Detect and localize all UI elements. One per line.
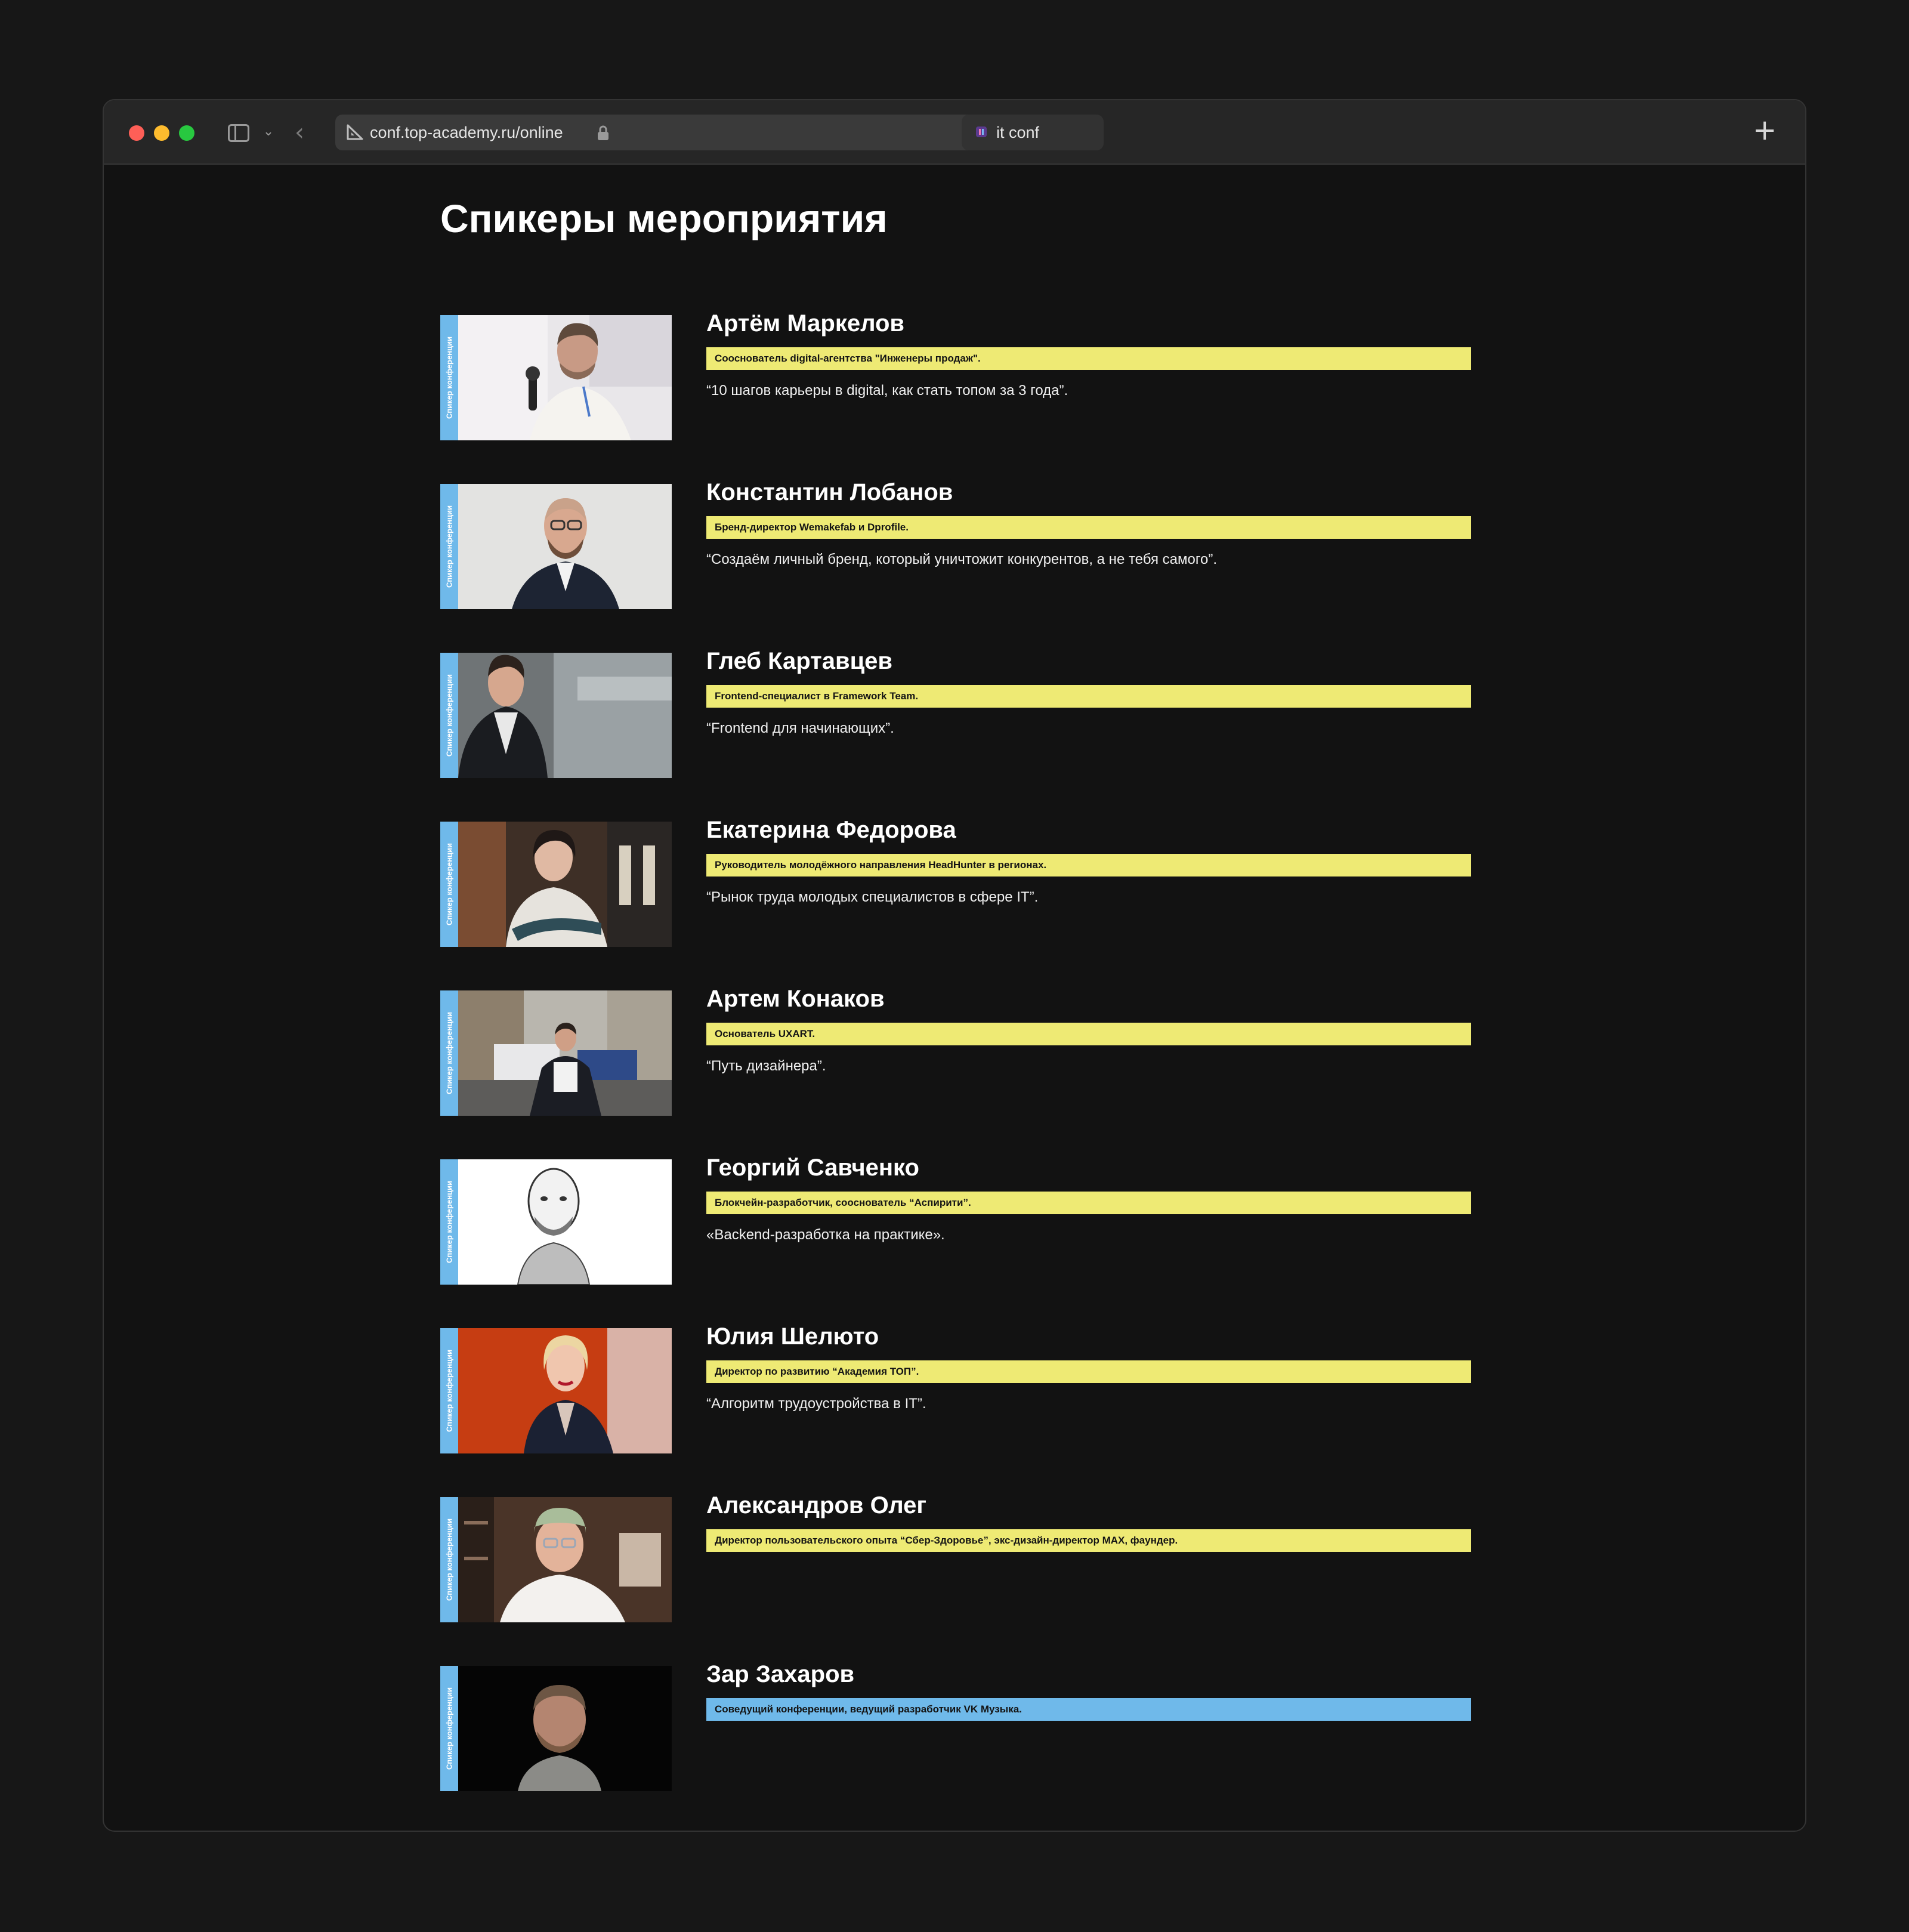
speaker-role: Блокчейн-разработчик, сооснователь “Аспи… [706, 1192, 1471, 1214]
speaker-role: Директор по развитию “Академия ТОП”. [706, 1360, 1471, 1383]
speaker-talk: «Backend-разработка на практике». [706, 1227, 945, 1243]
speaker-portrait-image [458, 822, 672, 947]
speaker-portrait-image [458, 990, 672, 1116]
tab-favicon-icon [976, 126, 987, 137]
speaker-role: Бренд-директор Wemakefab и Dprofile. [706, 516, 1471, 539]
speaker-badge: Спикер конференции [440, 990, 458, 1116]
speaker-role: Соведущий конференции, ведущий разработч… [706, 1698, 1471, 1721]
speaker-photo: Спикер конференции [440, 484, 672, 609]
speaker-photo: Спикер конференции [440, 822, 672, 947]
speaker-photo: Спикер конференции [440, 653, 672, 778]
speaker-badge-label: Спикер конференции [444, 1180, 454, 1264]
speaker-badge-label: Спикер конференции [444, 336, 454, 419]
speaker-badge-label: Спикер конференции [444, 1518, 454, 1601]
tab-label: it conf [996, 124, 1040, 141]
speaker-name: Глеб Картавцев [706, 648, 893, 674]
back-arrow-icon[interactable]: ‹ [295, 121, 313, 144]
speaker-photo: Спикер конференции [440, 1159, 672, 1285]
speaker-role: Руководитель молодёжного направления Hea… [706, 854, 1471, 877]
speaker-badge-label: Спикер конференции [444, 1349, 454, 1433]
speaker-portrait-image [458, 653, 672, 778]
speaker-talk: “Путь дизайнера”. [706, 1058, 826, 1074]
speaker-portrait-image [458, 315, 672, 440]
sidebar-toggle-icon[interactable] [228, 124, 249, 142]
speaker-photo: Спикер конференции [440, 1666, 672, 1791]
speaker-card: Спикер конференции Александров Олег Дире… [440, 1492, 1478, 1622]
speaker-badge-label: Спикер конференции [444, 674, 454, 757]
speaker-name: Константин Лобанов [706, 479, 953, 505]
speaker-name: Артем Конаков [706, 986, 885, 1012]
ruler-triangle-icon [347, 124, 363, 140]
browser-toolbar: ⌄ ‹ conf.top-academy.ru/online it conf + [104, 100, 1805, 165]
speaker-portrait-image [458, 1159, 672, 1285]
speaker-portrait-image [458, 484, 672, 609]
tab-it-conf[interactable]: it conf [962, 115, 1104, 150]
speaker-badge: Спикер конференции [440, 822, 458, 947]
speaker-card: Спикер конференции Екатерина Федорова Ру… [440, 817, 1478, 947]
speaker-role: Frontend-специалист в Framework Team. [706, 685, 1471, 708]
speaker-name: Екатерина Федорова [706, 817, 956, 843]
new-tab-plus-icon[interactable]: + [1753, 116, 1777, 144]
speaker-talk: “Создаём личный бренд, который уничтожит… [706, 551, 1218, 567]
speaker-photo: Спикер конференции [440, 990, 672, 1116]
speaker-photo: Спикер конференции [440, 1497, 672, 1622]
speaker-badge: Спикер конференции [440, 653, 458, 778]
speaker-name: Зар Захаров [706, 1661, 855, 1687]
page-title: Спикеры мероприятия [440, 196, 888, 240]
speaker-card: Спикер конференции Константин Лобанов Бр… [440, 479, 1478, 609]
speaker-talk: “Алгоритм трудоустройства в IT”. [706, 1396, 926, 1412]
speaker-badge: Спикер конференции [440, 1497, 458, 1622]
speaker-photo: Спикер конференции [440, 315, 672, 440]
browser-window: ⌄ ‹ conf.top-academy.ru/online it conf + [103, 99, 1806, 1832]
address-bar[interactable]: conf.top-academy.ru/online [335, 115, 1054, 150]
speaker-name: Артём Маркелов [706, 310, 904, 337]
speaker-badge-label: Спикер конференции [444, 842, 454, 926]
speaker-card: Спикер конференции Артём Маркелов Соосно… [440, 310, 1478, 440]
minimize-window-button[interactable] [154, 125, 169, 141]
speaker-portrait-image [458, 1497, 672, 1622]
speaker-photo: Спикер конференции [440, 1328, 672, 1453]
speaker-card: Спикер конференции Зар Захаров Соведущий… [440, 1661, 1478, 1791]
close-window-button[interactable] [129, 125, 144, 141]
maximize-window-button[interactable] [179, 125, 194, 141]
speaker-badge: Спикер конференции [440, 1159, 458, 1285]
speaker-talk: “10 шагов карьеры в digital, как стать т… [706, 382, 1068, 399]
speaker-role: Сооснователь digital-агентства "Инженеры… [706, 347, 1471, 370]
speaker-card: Спикер конференции Глеб Картавцев Fronte… [440, 648, 1478, 778]
speaker-badge: Спикер конференции [440, 315, 458, 440]
url-text: conf.top-academy.ru/online [370, 124, 563, 141]
speaker-name: Александров Олег [706, 1492, 926, 1519]
speaker-portrait-image [458, 1328, 672, 1453]
speaker-card: Спикер конференции Юлия Шелюто Директор … [440, 1323, 1478, 1453]
speaker-talk: “Рынок труда молодых специалистов в сфер… [706, 889, 1039, 905]
speaker-name: Георгий Савченко [706, 1155, 919, 1181]
speaker-talk: “Frontend для начинающих”. [706, 720, 894, 736]
speaker-card: Спикер конференции Артем Конаков Основат… [440, 986, 1478, 1116]
speaker-card: Спикер конференции Георгий Савченко Блок… [440, 1155, 1478, 1285]
speaker-role: Директор пользовательского опыта “Сбер-З… [706, 1529, 1471, 1552]
speaker-badge-label: Спикер конференции [444, 1011, 454, 1095]
speaker-badge-label: Спикер конференции [444, 1687, 454, 1770]
speaker-role: Основатель UXART. [706, 1023, 1471, 1045]
speaker-portrait-image [458, 1666, 672, 1791]
speaker-name: Юлия Шелюто [706, 1323, 879, 1350]
speaker-badge-label: Спикер конференции [444, 505, 454, 588]
speaker-badge: Спикер конференции [440, 1666, 458, 1791]
chevron-down-icon[interactable]: ⌄ [262, 123, 274, 141]
speaker-badge: Спикер конференции [440, 1328, 458, 1453]
speaker-badge: Спикер конференции [440, 484, 458, 609]
lock-icon [598, 125, 608, 140]
